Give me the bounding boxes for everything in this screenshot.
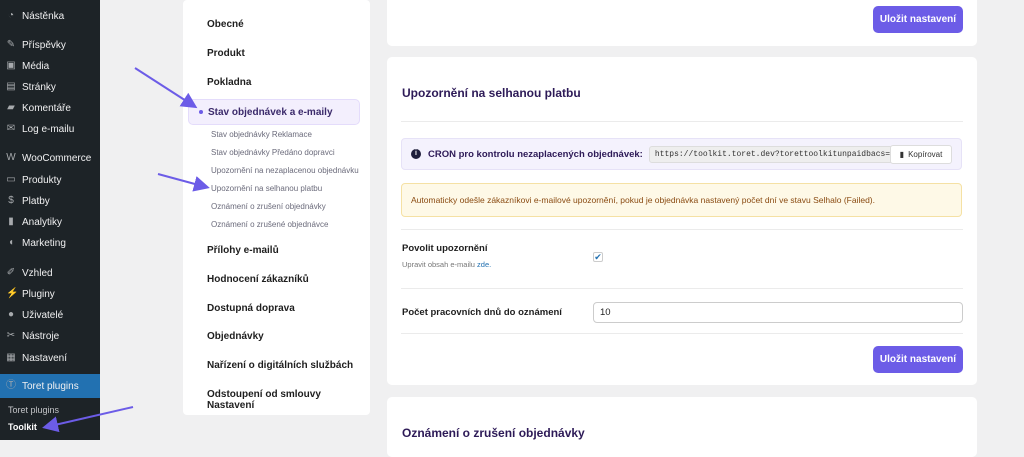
- sidebar-item[interactable]: ✉ Log e-mailu: [0, 119, 100, 139]
- archive-icon: ▭: [6, 174, 16, 185]
- divider: [401, 121, 963, 122]
- nav-item[interactable]: Obecné: [207, 19, 244, 30]
- sidebar-item[interactable]: ▤ Stránky: [0, 77, 100, 97]
- cancel-notice-card: Oznámení o zrušení objednávky: [387, 397, 977, 457]
- enable-hint: Upravit obsah e-mailu zde.: [402, 260, 491, 269]
- sidebar-item[interactable]: ✐ Vzhled: [0, 263, 100, 283]
- sidebar-item[interactable]: $ Platby: [0, 191, 100, 211]
- days-label: Počet pracovních dnů do oznámení: [402, 307, 562, 318]
- sidebar-item[interactable]: ▭ Produkty: [0, 170, 100, 190]
- sidebar-item[interactable]: ● Uživatelé: [0, 305, 100, 325]
- plugin-icon: ⚡: [6, 288, 19, 299]
- nav-item[interactable]: Hodnocení zákazníků: [207, 274, 309, 285]
- sidebar-item-label: Média: [22, 60, 50, 72]
- sidebar-item-label: Nástroje: [22, 330, 60, 342]
- wrench-icon: ✂: [6, 330, 16, 341]
- settings-icon: ▦: [6, 352, 16, 363]
- notice: Automaticky odešle zákazníkovi e-mailové…: [401, 183, 962, 217]
- nav-subitem[interactable]: Oznámení o zrušené objednávce: [211, 220, 328, 229]
- divider: [401, 333, 963, 334]
- sidebar-item-label: Vzhled: [22, 267, 53, 279]
- nav-subitem[interactable]: Stav objednávky Předáno dopravci: [211, 148, 335, 157]
- cron-url[interactable]: https://toolkit.toret.dev?torettoolkitun…: [648, 145, 921, 163]
- sidebar-item-label: Analytiky: [22, 216, 63, 228]
- section-title: Upozornění na selhanou platbu: [402, 86, 581, 100]
- nav-subitem[interactable]: Upozornění na nezaplacenou objednávku: [211, 166, 359, 175]
- sidebar-item[interactable]: ✂ Nástroje: [0, 326, 100, 346]
- chart-icon: ▮: [8, 216, 14, 227]
- woo-icon: W: [6, 152, 16, 163]
- sidebar-item-label: Nástěnka: [22, 10, 65, 22]
- nav-item[interactable]: Přílohy e-mailů: [207, 245, 279, 256]
- sidebar-item[interactable]: ▦ Nastavení: [0, 348, 100, 368]
- pages-icon: ▤: [6, 81, 16, 92]
- nav-subitem[interactable]: Upozornění na selhanou platbu: [211, 184, 322, 193]
- nav-item[interactable]: Odstoupení od smlouvy Nastavení: [207, 389, 370, 411]
- sidebar-item[interactable]: Ⓣ Toret plugins: [0, 374, 100, 398]
- sidebar-item-label: Komentáře: [22, 102, 71, 114]
- copy-button[interactable]: ▮ Kopírovat: [890, 145, 952, 164]
- sidebar-item-label: Log e-mailu: [22, 123, 75, 135]
- edit-email-link[interactable]: zde.: [477, 260, 491, 269]
- enable-checkbox[interactable]: ✔: [593, 252, 603, 262]
- sidebar-item-label: Marketing: [22, 237, 66, 249]
- sidebar-item[interactable]: ◔ Nástěnka: [0, 6, 100, 26]
- sidebar-item-label: Nastavení: [22, 352, 68, 364]
- nav-item-label: Stav objednávek a e-maily: [208, 106, 333, 118]
- nav-item[interactable]: Dostupná doprava: [207, 303, 295, 314]
- failed-payment-card: Upozornění na selhanou platbu i CRON pro…: [387, 57, 977, 385]
- sidebar-item[interactable]: ▣ Média: [0, 56, 100, 76]
- nav-subitem[interactable]: Oznámení o zrušení objednávky: [211, 202, 326, 211]
- cron-box: i CRON pro kontrolu nezaplacených objedn…: [401, 138, 962, 170]
- info-icon: i: [411, 149, 421, 159]
- sidebar-item[interactable]: ◖ Marketing: [0, 233, 100, 253]
- sidebar-item[interactable]: ▮ Analytiky: [0, 212, 100, 232]
- dashboard-icon: ◔: [7, 10, 15, 21]
- mail-icon: ✉: [6, 123, 16, 134]
- divider: [401, 288, 963, 289]
- nav-item-active[interactable]: Stav objednávek a e-maily: [188, 99, 360, 125]
- nav-subitem[interactable]: Stav objednávky Reklamace: [211, 130, 312, 139]
- sidebar-item[interactable]: W WooCommerce: [0, 148, 100, 168]
- sidebar-item[interactable]: ⚡ Pluginy: [0, 284, 100, 304]
- hint-text: Upravit obsah e-mailu: [402, 260, 475, 269]
- copy-label: Kopírovat: [908, 150, 943, 159]
- sidebar-item-label: Toret plugins: [22, 380, 79, 392]
- toret-icon: Ⓣ: [6, 380, 16, 391]
- admin-sidebar: ◔ Nástěnka ✎ Příspěvky ▣ Média ▤ Stránky ▰ Koment…: [0, 0, 100, 440]
- sidebar-item-label: Platby: [22, 195, 50, 207]
- sidebar-item-label: Stránky: [22, 81, 56, 93]
- nav-item[interactable]: Nařízení o digitálních službách: [207, 360, 353, 371]
- cron-label: CRON pro kontrolu nezaplacených objednáv…: [428, 148, 643, 160]
- copy-icon: ▮: [899, 150, 905, 159]
- days-input[interactable]: 10: [593, 302, 963, 323]
- submenu-item[interactable]: Toret plugins: [8, 405, 59, 415]
- divider: [401, 229, 963, 230]
- sidebar-item-label: Příspěvky: [22, 39, 66, 51]
- sidebar-item[interactable]: ▰ Komentáře: [0, 98, 100, 118]
- active-dot: [199, 110, 203, 114]
- media-icon: ▣: [6, 60, 16, 71]
- enable-label: Povolit upozornění: [402, 243, 488, 254]
- sidebar-item-label: Produkty: [22, 174, 62, 186]
- comment-icon: ▰: [7, 102, 15, 113]
- top-card: Uložit nastavení: [387, 0, 977, 46]
- nav-item[interactable]: Pokladna: [207, 77, 251, 88]
- megaphone-icon: ◖: [7, 237, 15, 248]
- sidebar-item[interactable]: ✎ Příspěvky: [0, 35, 100, 55]
- save-button[interactable]: Uložit nastavení: [873, 346, 963, 373]
- save-button[interactable]: Uložit nastavení: [873, 6, 963, 33]
- settings-nav: Obecné Produkt Pokladna Stav objednávek a e…: [183, 0, 370, 415]
- nav-item[interactable]: Produkt: [207, 48, 245, 59]
- user-icon: ●: [7, 309, 15, 320]
- section-title: Oznámení o zrušení objednávky: [402, 426, 585, 440]
- dollar-icon: $: [8, 195, 14, 206]
- nav-item[interactable]: Objednávky: [207, 331, 264, 342]
- sidebar-item-label: WooCommerce: [22, 152, 92, 164]
- brush-icon: ✐: [6, 267, 16, 278]
- sidebar-item-label: Pluginy: [22, 288, 55, 300]
- submenu-item[interactable]: Toolkit: [8, 422, 37, 432]
- sidebar-item-label: Uživatelé: [22, 309, 64, 321]
- pin-icon: ✎: [6, 39, 16, 50]
